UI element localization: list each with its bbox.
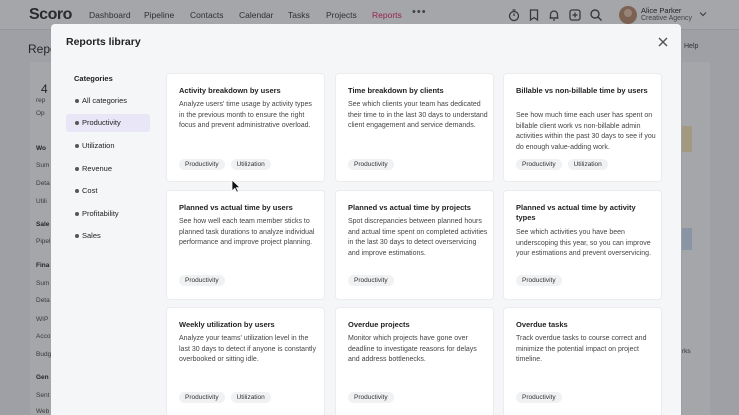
report-card[interactable]: Planned vs actual time by projects Spot d…	[335, 190, 494, 300]
report-card-description: See which clients your team has dedicate…	[348, 101, 488, 129]
category-utilization[interactable]: Utilization	[66, 137, 150, 155]
report-card-tags: Productivity Utilization	[179, 159, 271, 170]
report-card-description: Monitor which projects have gone over de…	[348, 335, 477, 363]
report-card-title: Activity breakdown by users	[179, 86, 281, 95]
report-card-title: Time breakdown by clients	[348, 86, 444, 95]
category-label: Revenue	[82, 164, 113, 173]
report-card-title: Planned vs actual time by users	[179, 203, 293, 212]
tag-productivity: Productivity	[179, 392, 225, 403]
bullet-icon	[75, 121, 79, 125]
bullet-icon	[75, 189, 79, 193]
tag-productivity: Productivity	[348, 159, 394, 170]
tag-productivity: Productivity	[516, 275, 562, 286]
report-card-description: See how much time each user has spent on…	[516, 112, 656, 151]
report-card-title: Planned vs actual time by activity types	[516, 203, 636, 222]
tag-utilization: Utilization	[567, 159, 608, 170]
report-card-title: Weekly utilization by users	[179, 320, 275, 329]
categories-heading: Categories	[74, 74, 113, 83]
report-card-tags: Productivity	[348, 392, 394, 403]
tag-productivity: Productivity	[516, 159, 562, 170]
report-card[interactable]: Weekly utilization by users Analyze your …	[166, 307, 325, 415]
bullet-icon	[75, 234, 79, 238]
report-card-tags: Productivity	[179, 275, 225, 286]
close-icon[interactable]	[657, 36, 669, 48]
mouse-cursor-icon	[231, 179, 241, 193]
report-card[interactable]: Planned vs actual time by users See how w…	[166, 190, 325, 300]
report-card[interactable]: Time breakdown by clients See which clien…	[335, 73, 494, 182]
report-card-tags: Productivity	[516, 275, 562, 286]
category-label: Productivity	[82, 118, 121, 127]
report-card[interactable]: Overdue tasks Track overdue tasks to cour…	[503, 307, 662, 415]
report-card-tags: Productivity Utilization	[516, 159, 608, 170]
report-card-description: Track overdue tasks to course correct an…	[516, 335, 647, 363]
report-card-title: Overdue tasks	[516, 320, 568, 329]
category-all-categories[interactable]: All categories	[66, 92, 150, 110]
tag-productivity: Productivity	[348, 275, 394, 286]
report-card-title: Overdue projects	[348, 320, 410, 329]
report-card-description: Analyze users' time usage by activity ty…	[179, 101, 312, 129]
category-label: Sales	[82, 231, 101, 240]
report-card-tags: Productivity Utilization	[179, 392, 271, 403]
reports-library-modal: Reports library Categories All categorie…	[51, 24, 681, 415]
report-card-description: See which activities you have been under…	[516, 229, 652, 257]
modal-title: Reports library	[66, 36, 141, 48]
category-label: All categories	[82, 96, 128, 105]
report-card[interactable]: Overdue projects Monitor which projects h…	[335, 307, 494, 415]
category-productivity[interactable]: Productivity	[66, 114, 150, 132]
report-card-title: Planned vs actual time by projects	[348, 203, 471, 212]
category-cost[interactable]: Cost	[66, 182, 150, 200]
tag-productivity: Productivity	[516, 392, 562, 403]
category-sales[interactable]: Sales	[66, 227, 150, 245]
bullet-icon	[75, 167, 79, 171]
tag-productivity: Productivity	[179, 159, 225, 170]
report-card-tags: Productivity	[348, 275, 394, 286]
category-profitability[interactable]: Profitability	[66, 205, 150, 223]
tag-utilization: Utilization	[230, 392, 271, 403]
bullet-icon	[75, 99, 79, 103]
report-card-title: Billable vs non-billable time by users	[516, 86, 648, 95]
report-card[interactable]: Activity breakdown by users Analyze users…	[166, 73, 325, 182]
report-card-description: See how well each team member sticks to …	[179, 218, 315, 246]
tag-utilization: Utilization	[230, 159, 271, 170]
bullet-icon	[75, 144, 79, 148]
category-label: Utilization	[82, 141, 115, 150]
report-card[interactable]: Billable vs non-billable time by users Se…	[503, 73, 662, 182]
bullet-icon	[75, 212, 79, 216]
report-card-description: Analyze your teams' utilization level in…	[179, 335, 316, 363]
report-card-description: Spot discrepancies between planned hours…	[348, 218, 488, 257]
category-label: Profitability	[82, 209, 119, 218]
tag-productivity: Productivity	[179, 275, 225, 286]
category-revenue[interactable]: Revenue	[66, 160, 150, 178]
tag-productivity: Productivity	[348, 392, 394, 403]
report-card[interactable]: Planned vs actual time by activity types…	[503, 190, 662, 300]
category-label: Cost	[82, 186, 98, 195]
report-card-tags: Productivity	[348, 159, 394, 170]
report-card-tags: Productivity	[516, 392, 562, 403]
